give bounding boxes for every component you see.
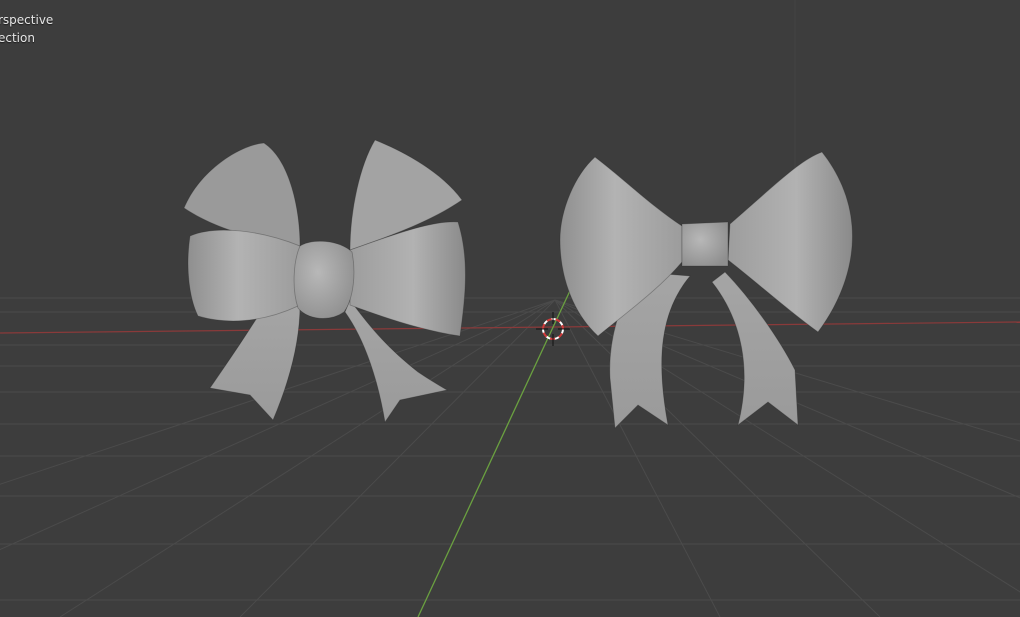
view-label: rspective <box>0 13 54 27</box>
collection-label: ection <box>0 31 35 45</box>
bow-right-mesh[interactable] <box>559 151 853 429</box>
viewport-info-overlay: rspective ection <box>0 11 53 47</box>
bow-left-mesh[interactable] <box>183 139 466 424</box>
viewport-canvas[interactable] <box>0 0 1020 617</box>
3d-cursor-icon[interactable] <box>536 312 570 346</box>
3d-viewport[interactable]: rspective ection <box>0 0 1020 617</box>
floor-grid <box>0 0 1020 617</box>
x-axis-line <box>0 321 1020 334</box>
